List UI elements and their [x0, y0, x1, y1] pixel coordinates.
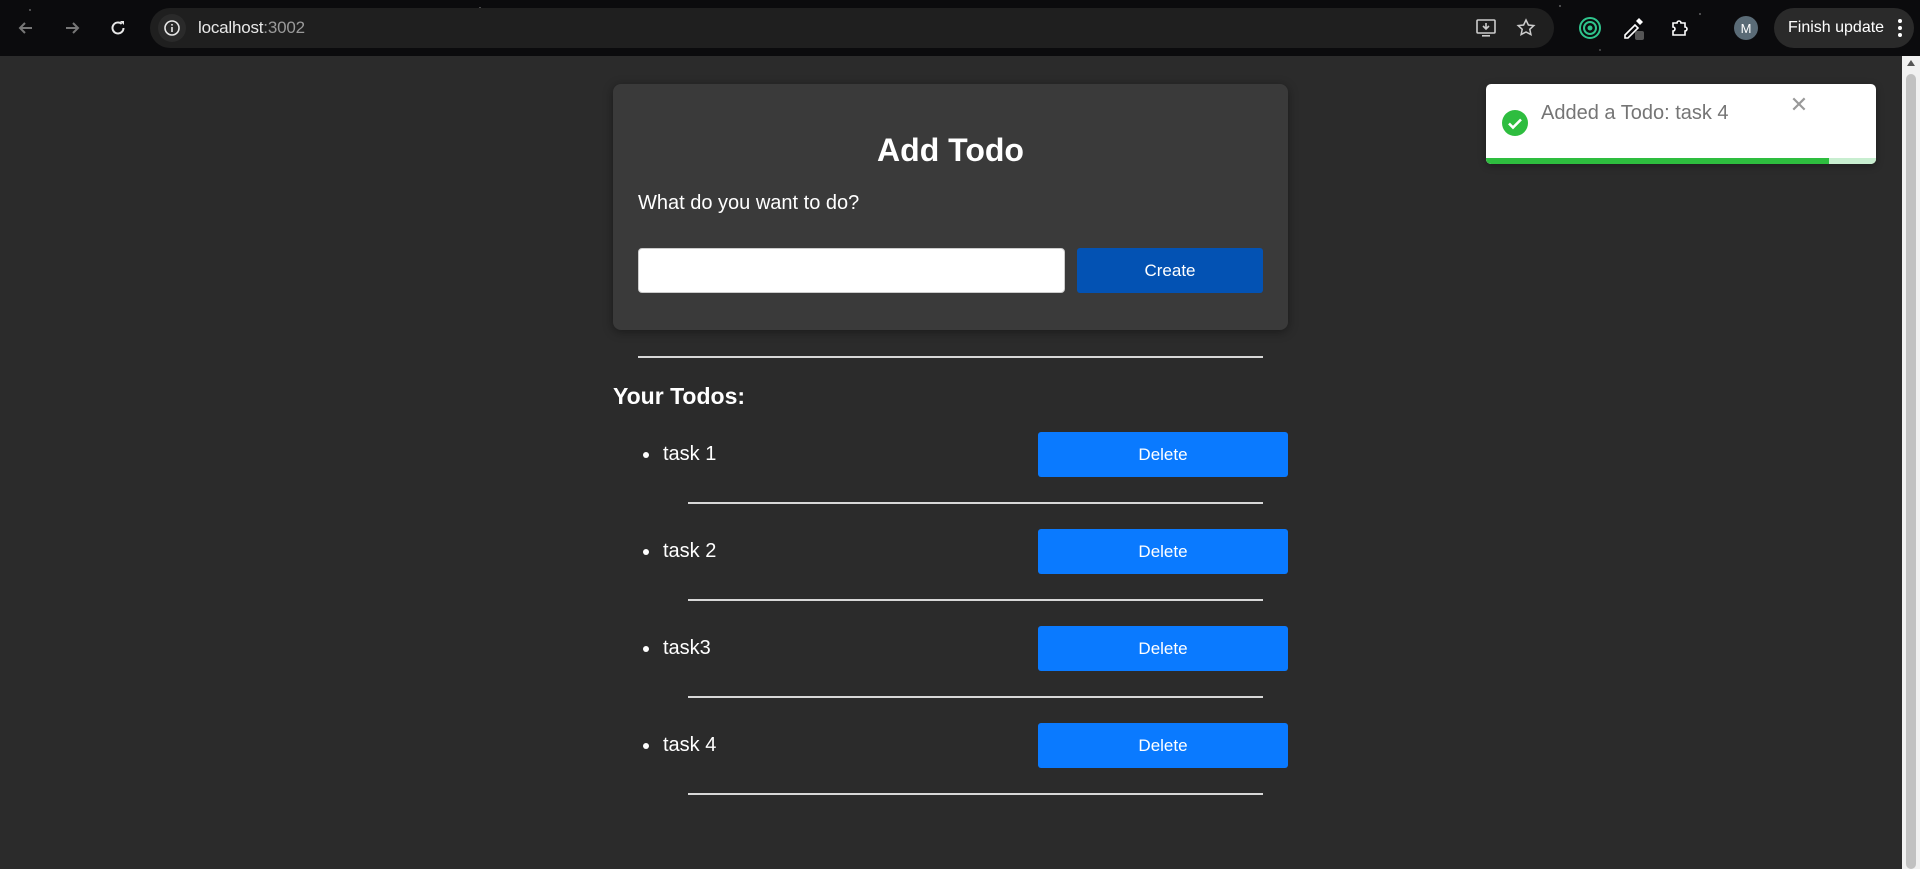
install-app-button[interactable] — [1472, 14, 1500, 42]
todo-list-item: task 2 Delete — [613, 529, 1288, 575]
scroll-up-arrow-icon[interactable] — [1907, 60, 1915, 66]
reload-button[interactable] — [102, 12, 134, 44]
bookmark-button[interactable] — [1512, 14, 1540, 42]
todo-list-item: task 4 Delete — [613, 723, 1288, 769]
back-button[interactable] — [10, 12, 42, 44]
browser-toolbar: localhost:3002 M Finish update — [0, 0, 1920, 56]
more-menu-icon — [1898, 19, 1902, 37]
delete-button[interactable]: Delete — [1038, 432, 1288, 477]
site-info-icon — [164, 20, 180, 36]
finish-update-label: Finish update — [1788, 19, 1885, 36]
delete-button[interactable]: Delete — [1038, 723, 1288, 768]
forward-button[interactable] — [56, 12, 88, 44]
site-info-button[interactable] — [158, 14, 186, 42]
todo-divider — [688, 502, 1263, 504]
todo-input-label: What do you want to do? — [638, 192, 860, 214]
add-todo-title: Add Todo — [877, 132, 1024, 168]
eyedropper-icon — [1624, 18, 1644, 40]
eyedropper-extension-button[interactable] — [1618, 12, 1650, 44]
close-icon[interactable]: ✕ — [1786, 92, 1812, 118]
todo-text: task 1 — [663, 443, 717, 465]
url-port: :3002 — [263, 18, 305, 37]
back-arrow-icon — [18, 22, 32, 34]
todo-input[interactable] — [638, 248, 1065, 293]
finish-update-button[interactable]: Finish update — [1774, 8, 1914, 48]
todo-text: task 2 — [663, 540, 717, 562]
extension-target-button[interactable] — [1574, 12, 1606, 44]
todo-divider — [688, 793, 1263, 795]
bullet — [643, 549, 649, 555]
url-text: localhost:3002 — [198, 18, 305, 38]
add-todo-card: Add Todo What do you want to do? Create — [613, 84, 1288, 330]
todo-divider — [688, 696, 1263, 698]
page-scrollbar[interactable] — [1902, 56, 1920, 869]
toast-notification[interactable]: Added a Todo: task 4 ✕ — [1486, 84, 1876, 164]
url-host: localhost — [198, 18, 264, 37]
todo-divider — [688, 599, 1263, 601]
install-app-icon — [1476, 19, 1496, 37]
address-bar[interactable]: localhost:3002 — [150, 8, 1554, 48]
toast-message: Added a Todo: task 4 — [1541, 102, 1729, 124]
bookmark-star-icon — [1516, 18, 1536, 37]
scroll-thumb[interactable] — [1906, 74, 1916, 869]
bullet — [643, 452, 649, 458]
create-button[interactable]: Create — [1077, 248, 1263, 293]
todo-text: task 4 — [663, 734, 717, 756]
toast-progress-bar — [1486, 158, 1830, 164]
success-check-icon — [1502, 110, 1528, 136]
delete-button[interactable]: Delete — [1038, 626, 1288, 671]
todo-list-item: task 1 Delete — [613, 432, 1288, 478]
bullet — [643, 743, 649, 749]
bullet — [643, 646, 649, 652]
todo-list-item: task3 Delete — [613, 626, 1288, 672]
reload-icon — [111, 21, 125, 35]
delete-button[interactable]: Delete — [1038, 529, 1288, 574]
extension-target-icon — [1579, 17, 1601, 39]
divider — [638, 356, 1263, 358]
todo-text: task3 — [663, 637, 711, 659]
extensions-puzzle-icon — [1672, 20, 1688, 36]
forward-arrow-icon — [66, 22, 80, 34]
profile-avatar[interactable]: M — [1734, 16, 1758, 40]
todos-heading: Your Todos: — [613, 383, 746, 409]
extensions-button[interactable] — [1664, 12, 1696, 44]
